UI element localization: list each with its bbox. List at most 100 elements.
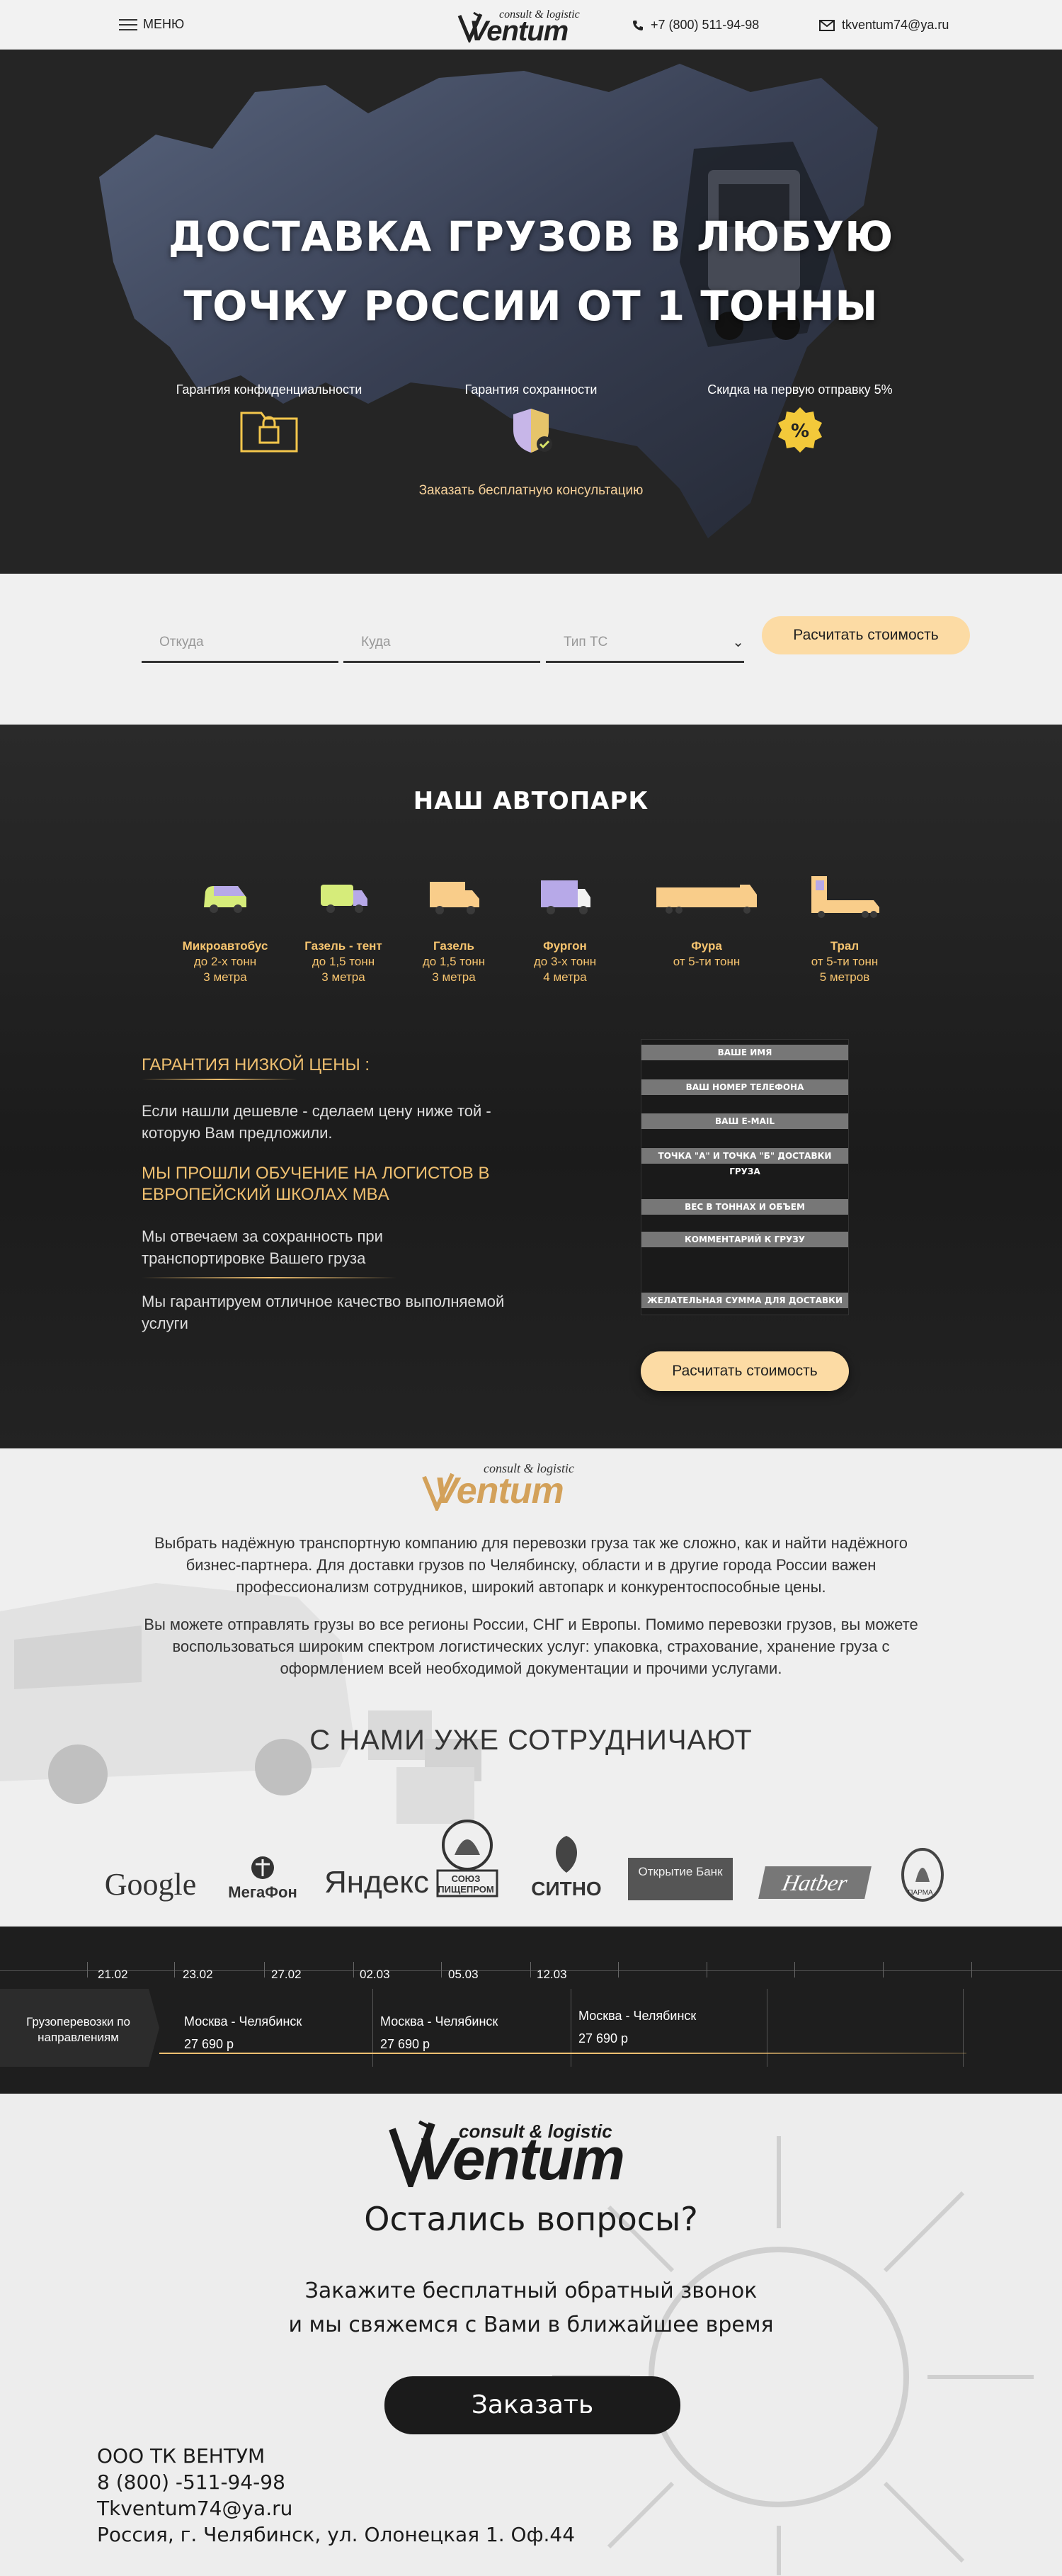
phone-input[interactable]: ВАШ НОМЕР ТЕЛЕФОНА [641, 1079, 848, 1095]
menu-label: МЕНЮ [143, 17, 185, 31]
low-price-text: Если нашли дешевле - сделаем цену ниже т… [142, 1102, 491, 1142]
fleet-section: НАШ АВТОПАРК Микроавтобус до 2-х тонн 3 … [0, 725, 1062, 1448]
about-paragraph-2: Вы можете отправлять грузы во все регион… [144, 1616, 918, 1677]
shield-check-icon [513, 409, 552, 453]
vehicle-microbus: Микроавтобус до 2-х тонн 3 метра [165, 872, 285, 985]
van-icon [541, 880, 590, 914]
vehicle-gazelle: Газель до 1,5 тонн 3 метра [394, 872, 514, 985]
microbus-icon [204, 886, 246, 913]
route-input[interactable]: ТОЧКА "А" И ТОЧКА "Б" ДОСТАВКИ ГРУЗА [641, 1148, 848, 1176]
gazelle-tent-icon [321, 885, 367, 913]
partner-parma: ПАРМА [898, 1846, 947, 1903]
timeline-tick [441, 1962, 442, 1978]
from-input[interactable]: Откуда [142, 620, 338, 663]
weight-input[interactable]: ВЕС В ТОННАХ И ОБЪЕМ [641, 1199, 848, 1215]
vehicle-type-placeholder: Тип ТС [564, 635, 608, 649]
email-input[interactable]: ВАШ E-MAIL [641, 1113, 848, 1129]
phone-icon [633, 20, 643, 30]
name-input[interactable]: ВАШЕ ИМЯ [641, 1045, 848, 1060]
price-input[interactable]: ЖЕЛАТЕЛЬНАЯ СУММА ДЛЯ ДОСТАВКИ [641, 1293, 848, 1308]
vehicle-van: Фургон до 3-х тонн 4 метра [505, 872, 625, 985]
questions-heading: Остались вопросы? [364, 2200, 698, 2238]
hamburger-icon [119, 18, 137, 30]
fleet-title: НАШ АВТОПАРК [413, 787, 649, 815]
route-card-empty [767, 1989, 964, 2067]
folder-lock-icon [240, 412, 298, 453]
route-name: Москва - Челябинск [380, 2014, 498, 2029]
footer-section: consult & logistic Ventum Остались вопро… [0, 2094, 1062, 2576]
partner-sitno: СИТНО [524, 1834, 609, 1900]
sitno-leaf-icon [556, 1836, 577, 1873]
footer-logo: consult & logistic Ventum [388, 2108, 678, 2193]
timeline-tick [353, 1962, 354, 1978]
about-section: consult & logistic Ventum Выбрать надёжн… [0, 1448, 1062, 1927]
header-email-link[interactable]: tkventum74@ya.ru [819, 18, 949, 33]
mba-heading: МЫ ПРОШЛИ ОБУЧЕНИЕ НА ЛОГИСТОВ В ЕВРОПЕЙ… [142, 1164, 490, 1204]
partner-megafon: МегаФон [217, 1856, 309, 1902]
route-card[interactable]: Москва - Челябинск 27 690 р [163, 1989, 373, 2067]
low-price-heading: ГАРАНТИЯ НИЗКОЙ ЦЕНЫ : [142, 1055, 370, 1074]
vehicle-type-select[interactable]: Тип ТС ⌄ [546, 620, 744, 663]
footer-email[interactable]: Tkventum74@ya.ru [97, 2495, 575, 2521]
partner-soyuz-pishcheprom: СОЮЗ ПИЩЕПРОМ [432, 1817, 503, 1904]
routes-timeline: 21.02 23.02 27.02 02.03 05.03 12.03 Груз… [0, 1927, 1062, 2094]
order-callback-button[interactable]: Заказать [384, 2376, 680, 2434]
partner-yandex: Яндекс [324, 1865, 429, 1900]
calculate-cost-button[interactable]: Расчитать стоимость [762, 616, 970, 654]
menu-button[interactable]: МЕНЮ [119, 17, 184, 32]
megafon-logo-icon [251, 1856, 274, 1879]
form-calculate-button[interactable]: Расчитать стоимость [641, 1351, 849, 1391]
hero-section: ДОСТАВКА ГРУЗОВ В ЛЮБУЮ ТОЧКУ РОССИИ ОТ … [0, 50, 1062, 574]
timeline-date[interactable]: 12.03 [537, 1968, 567, 1982]
route-card[interactable]: Москва - Челябинск 27 690 р [359, 1989, 571, 2067]
timeline-date[interactable]: 21.02 [98, 1968, 128, 1982]
route-price: 27 690 р [578, 2031, 629, 2046]
van-photo-image [0, 1583, 481, 1824]
timeline-tick [174, 1962, 175, 1978]
partner-google: Google [104, 1867, 197, 1902]
callback-text: Закажите бесплатный обратный звонок и мы… [288, 2279, 774, 2337]
timeline-date[interactable]: 02.03 [360, 1968, 390, 1982]
logo-wordmark: Ventum [434, 1470, 564, 1511]
route-name: Москва - Челябинск [184, 2014, 302, 2029]
mail-icon [819, 19, 835, 31]
order-form: ВАШЕ ИМЯ ВАШ НОМЕР ТЕЛЕФОНА ВАШ E-MAIL Т… [641, 1039, 849, 1315]
svg-text:%: % [791, 421, 809, 442]
vehicle-gazelle-tent: Газель - тент до 1,5 тонн 3 метра [283, 872, 404, 985]
route-name: Москва - Челябинск [578, 2009, 697, 2023]
logo-wordmark: Ventum [416, 2126, 625, 2192]
divider [142, 1079, 297, 1080]
to-input[interactable]: Куда [343, 620, 540, 663]
company-name: ООО ТК ВЕНТУМ [97, 2444, 266, 2468]
timeline-tick [971, 1962, 972, 1978]
feature-safety: Гарантия сохранности [411, 382, 651, 459]
free-consultation-link[interactable]: Заказать бесплатную консультацию [0, 483, 1062, 499]
header-email: tkventum74@ya.ru [842, 18, 949, 32]
timeline-label: Грузоперевозки по направлениям [0, 1989, 159, 2067]
feature-confidentiality: Гарантия конфиденциальности [149, 382, 389, 459]
timeline-progress-line [159, 2053, 966, 2054]
logo-wordmark: Ventum [469, 16, 569, 47]
header-phone-link[interactable]: +7 (800) 511-94-98 [632, 18, 759, 33]
timeline-tick [618, 1962, 619, 1978]
truck-icon [656, 885, 757, 914]
partners-title: С НАМИ УЖЕ СОТРУДНИЧАЮТ [309, 1725, 753, 1756]
quality-text: Мы гарантируем отличное качество выполня… [142, 1293, 505, 1332]
vehicle-truck: Фура от 5-ти тонн [646, 872, 767, 970]
timeline-tick [530, 1962, 531, 1978]
divider [142, 1277, 396, 1278]
header-logo[interactable]: consult & logistic Ventum [457, 6, 598, 47]
percent-badge-icon: % [778, 407, 822, 453]
route-card[interactable]: Москва - Челябинск 27 690 р [557, 1989, 767, 2067]
footer-phone[interactable]: 8 (800) -511-94-98 [97, 2469, 575, 2495]
comment-input[interactable]: КОММЕНТАРИЙ К ГРУЗУ [641, 1232, 848, 1247]
contacts-block: ООО ТК ВЕНТУМ 8 (800) -511-94-98 Tkventu… [97, 2443, 575, 2548]
chevron-down-icon: ⌄ [732, 635, 744, 650]
timeline-tick [794, 1962, 795, 1978]
site-header: МЕНЮ consult & logistic Ventum +7 (800) … [0, 0, 1062, 50]
timeline-date[interactable]: 27.02 [271, 1968, 302, 1982]
timeline-date[interactable]: 05.03 [448, 1968, 479, 1982]
timeline-date[interactable]: 23.02 [183, 1968, 213, 1982]
gazelle-icon [430, 882, 479, 914]
about-logo: consult & logistic Ventum [421, 1461, 620, 1512]
